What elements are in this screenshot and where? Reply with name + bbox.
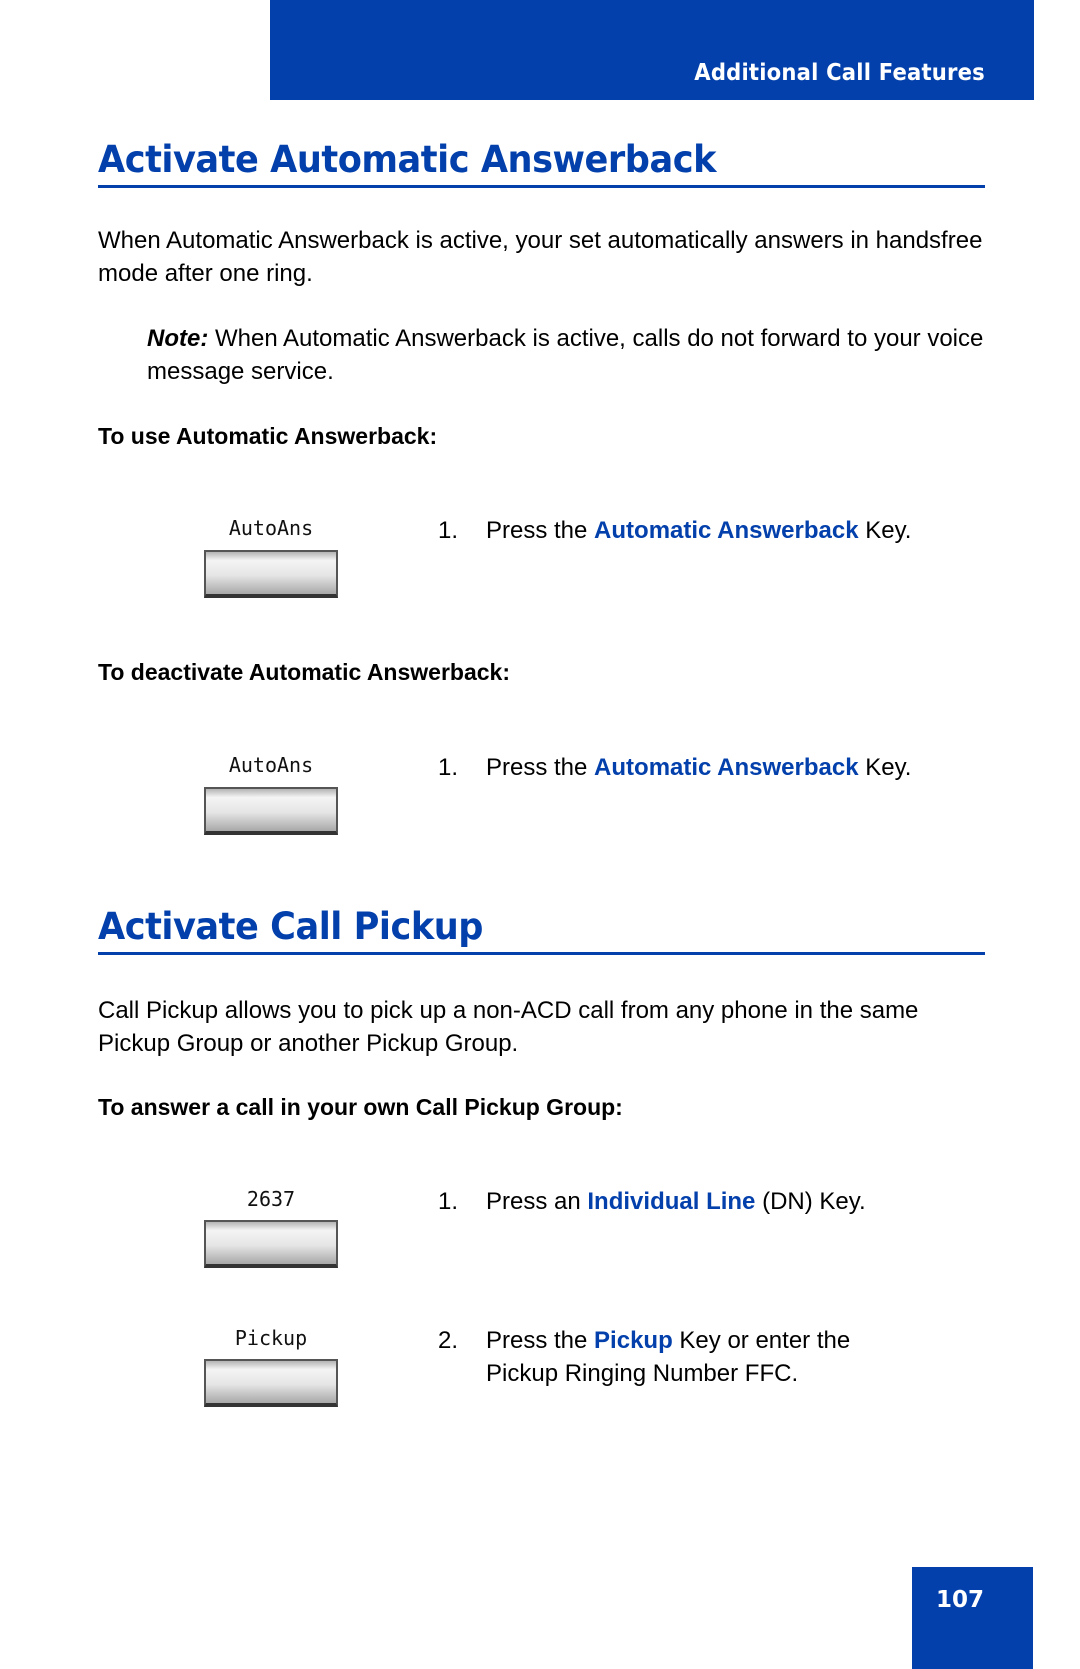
own-pickup-step-2: 2. Press the Pickup Key or enter the Pic… <box>438 1327 851 1387</box>
note-text: When Automatic Answerback is active, cal… <box>147 325 984 385</box>
pickup-key-ref: Pickup <box>594 1327 673 1354</box>
use-answerback-heading: To use Automatic Answerback: <box>98 423 438 449</box>
individual-line-key-button[interactable] <box>204 1220 338 1268</box>
deactivate-answerback-heading: To deactivate Automatic Answerback: <box>98 659 510 685</box>
use-answerback-step-1: 1. Press the Automatic Answerback Key. <box>438 517 912 544</box>
call-pickup-intro: Call Pickup allows you to pick up a non-… <box>98 997 919 1057</box>
page-number: 107 <box>936 1587 985 1613</box>
autoans-key-label: AutoAns <box>228 753 314 777</box>
page-number-box: 107 <box>912 1567 1033 1669</box>
automatic-answerback-key-ref: Automatic Answerback <box>594 517 859 544</box>
section-title-call-pickup: Activate Call Pickup <box>98 905 985 955</box>
autoans-key-button[interactable] <box>204 550 338 598</box>
pickup-key-button[interactable] <box>204 1359 338 1407</box>
chapter-title: Additional Call Features <box>694 60 985 86</box>
answerback-note: Note: When Automatic Answerback is activ… <box>147 322 988 388</box>
answerback-intro: When Automatic Answerback is active, you… <box>98 227 983 287</box>
line-key-label: 2637 <box>246 1187 296 1211</box>
own-pickup-group-heading: To answer a call in your own Call Pickup… <box>98 1094 623 1120</box>
autoans-key-button[interactable] <box>204 787 338 835</box>
section-title-automatic-answerback: Activate Automatic Answerback <box>98 138 985 188</box>
automatic-answerback-key-ref: Automatic Answerback <box>594 754 859 781</box>
deactivate-answerback-step-1: 1. Press the Automatic Answerback Key. <box>438 754 912 781</box>
own-pickup-step-1: 1. Press an Individual Line (DN) Key. <box>438 1188 866 1215</box>
note-label: Note: <box>147 325 209 352</box>
chapter-header-band: Additional Call Features <box>270 0 1034 100</box>
individual-line-key-ref: Individual Line <box>587 1188 756 1215</box>
autoans-key-label: AutoAns <box>228 516 314 540</box>
pickup-key-label: Pickup <box>234 1326 308 1350</box>
